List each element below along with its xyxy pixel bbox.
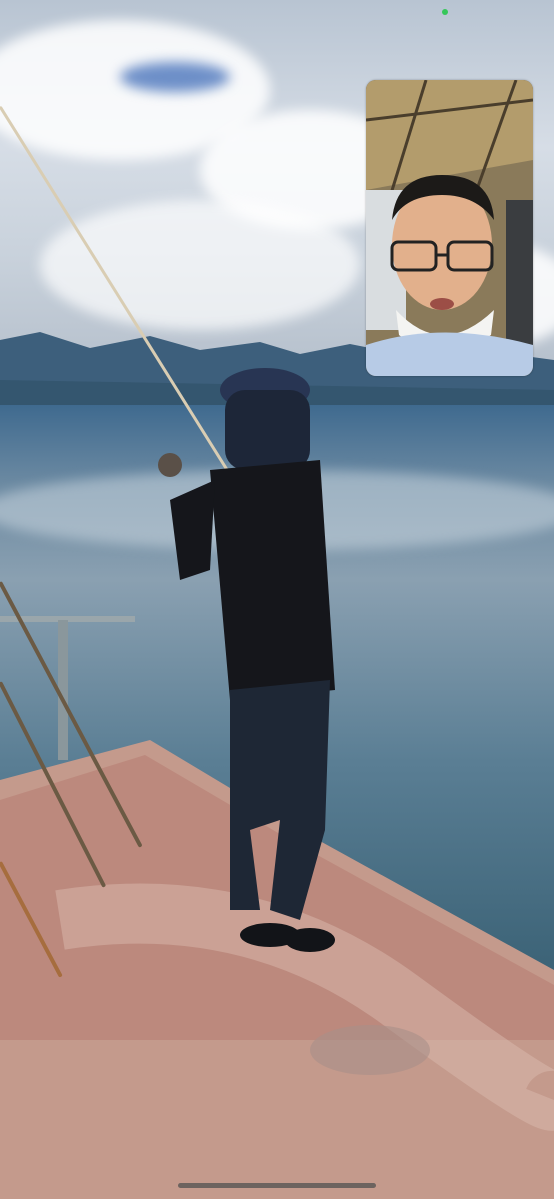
blue-sky-patch — [120, 62, 230, 92]
self-view-pip[interactable] — [366, 80, 533, 376]
fisherman-figure — [158, 368, 335, 952]
home-indicator[interactable] — [178, 1183, 376, 1188]
self-view-image — [366, 80, 533, 376]
remote-video-feed[interactable] — [0, 0, 554, 1199]
camera-in-use-indicator — [442, 9, 448, 15]
cloud — [40, 200, 360, 330]
